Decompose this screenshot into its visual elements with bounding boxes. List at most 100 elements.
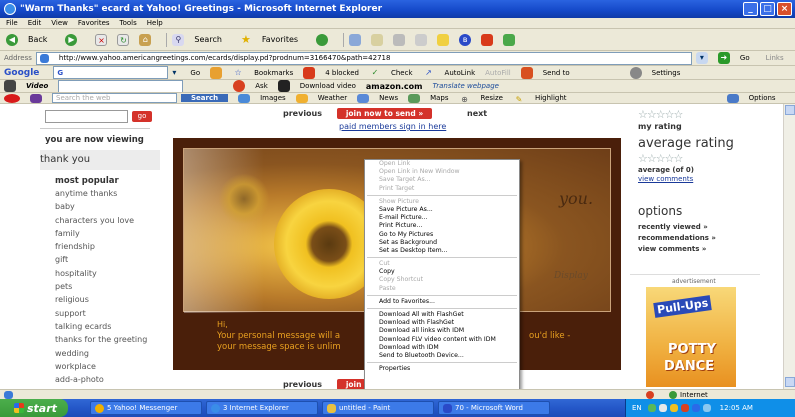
category-link[interactable]: wedding	[30, 347, 160, 360]
menu-view[interactable]: View	[51, 19, 68, 27]
previous-link-bottom[interactable]: previous	[283, 380, 322, 389]
google-search-input[interactable]: G	[53, 66, 169, 79]
context-menu-item[interactable]: Save Picture As...	[365, 206, 519, 214]
category-link[interactable]: add-a-photo	[30, 373, 160, 386]
send-to-button[interactable]: Send to	[543, 69, 570, 77]
close-button[interactable]: ×	[777, 2, 792, 16]
resize-button[interactable]: Resize	[481, 94, 503, 102]
yahoo-logo-icon[interactable]	[4, 93, 20, 103]
category-link[interactable]: friendship	[30, 240, 160, 253]
mail-icon[interactable]	[371, 33, 384, 46]
translate-button[interactable]: Translate webpage	[433, 82, 499, 90]
yahoo-search-input[interactable]: Search the web	[52, 93, 177, 103]
news-button[interactable]: News	[379, 94, 398, 102]
highlight-button[interactable]: Highlight	[535, 94, 567, 102]
google-logo[interactable]: Google	[4, 68, 39, 78]
history-icon[interactable]	[349, 33, 362, 46]
search-button[interactable]: ⚲ Search	[172, 33, 231, 46]
category-link[interactable]: family	[30, 227, 160, 240]
start-button[interactable]: start	[0, 399, 68, 417]
go-arrow-icon[interactable]: ➜	[717, 52, 730, 64]
category-link[interactable]: anytime thanks	[30, 187, 160, 200]
category-link[interactable]: characters you love	[30, 214, 160, 227]
refresh-icon[interactable]: ↻	[117, 33, 130, 46]
menu-file[interactable]: File	[6, 19, 18, 27]
context-menu-item[interactable]: Download FLV video content with IDM	[365, 336, 519, 344]
view-comments-options-link[interactable]: view comments »	[638, 245, 706, 253]
context-menu-item[interactable]: Set as Background	[365, 239, 519, 247]
category-link[interactable]: hospitality	[30, 267, 160, 280]
images-button[interactable]: Images	[260, 94, 286, 102]
context-menu-item[interactable]: Add to Favorites...	[365, 298, 519, 306]
yahoo-search-button[interactable]: Search	[181, 94, 229, 102]
back-button[interactable]: ◀ Back	[6, 33, 57, 46]
my-rating-stars[interactable]: ☆☆☆☆☆	[638, 108, 683, 121]
folder-icon[interactable]	[437, 33, 450, 46]
scroll-down-arrow-icon[interactable]	[785, 377, 795, 387]
maximize-button[interactable]: □	[760, 2, 775, 16]
amazon-button[interactable]: amazon.com	[366, 82, 423, 91]
bluetooth-icon[interactable]: ʙ	[459, 33, 472, 46]
autolink-button[interactable]: AutoLink	[445, 69, 476, 77]
context-menu-item[interactable]: Download All with FlashGet	[365, 311, 519, 319]
tray-icon[interactable]	[691, 404, 700, 412]
google-go-button[interactable]: Go	[190, 69, 200, 77]
video-search-input[interactable]	[58, 80, 184, 92]
tray-icon[interactable]	[658, 404, 667, 412]
scroll-up-arrow-icon[interactable]	[785, 105, 795, 115]
sidebar-go-button[interactable]: go	[132, 111, 152, 122]
sidebar-search-input[interactable]	[45, 110, 128, 123]
context-menu-item[interactable]: Download with FlashGet	[365, 319, 519, 327]
popup-blocked-button[interactable]: 4 blocked	[325, 69, 359, 77]
context-menu-item[interactable]: Go to My Pictures	[365, 231, 519, 239]
taskbar-item-word[interactable]: 70 - Microsoft Word	[438, 401, 550, 415]
vertical-scrollbar[interactable]	[783, 104, 795, 389]
stop-icon[interactable]: ×	[95, 33, 108, 46]
context-menu-item[interactable]: Download with IDM	[365, 344, 519, 352]
download-video-button[interactable]: Download video	[300, 82, 356, 90]
window-titlebar[interactable]: "Warm Thanks" ecard at Yahoo! Greetings …	[0, 0, 795, 18]
tray-icon[interactable]	[680, 404, 689, 412]
context-menu-item[interactable]: Print Picture...	[365, 222, 519, 230]
yahoo-menu-icon[interactable]	[30, 93, 42, 103]
category-link[interactable]: pets	[30, 280, 160, 293]
google-icon[interactable]	[210, 66, 223, 79]
go-button[interactable]: Go	[740, 54, 750, 62]
taskbar-item-messenger[interactable]: 5 Yahoo! Messenger	[90, 401, 202, 415]
bookmarks-button[interactable]: Bookmarks	[254, 69, 293, 77]
category-link[interactable]: religious	[30, 293, 160, 306]
recommendations-link[interactable]: recommendations »	[638, 234, 716, 242]
tray-icon[interactable]	[669, 404, 678, 412]
settings-button[interactable]: Settings	[652, 69, 681, 77]
context-menu-item[interactable]: Set as Desktop Item...	[365, 247, 519, 255]
address-input[interactable]: http://www.yahoo.americangreetings.com/e…	[35, 51, 692, 65]
context-menu-item[interactable]: Properties	[365, 365, 519, 373]
taskbar-item-paint[interactable]: untitled - Paint	[322, 401, 434, 415]
language-indicator[interactable]: EN	[632, 404, 642, 412]
favorites-button[interactable]: ★ Favorites	[240, 33, 308, 46]
view-comments-link[interactable]: view comments	[638, 175, 693, 183]
category-link[interactable]: workplace	[30, 360, 160, 373]
ask-button[interactable]: Ask	[255, 82, 268, 90]
media-icon[interactable]	[316, 33, 329, 46]
weather-button[interactable]: Weather	[318, 94, 347, 102]
links-button[interactable]: Links	[766, 54, 784, 62]
yahoo-options-button[interactable]: Options	[749, 94, 776, 102]
category-link[interactable]: talking ecards	[30, 320, 160, 333]
menu-favorites[interactable]: Favorites	[78, 19, 110, 27]
dropdown-icon[interactable]: ▾	[168, 67, 180, 79]
category-link[interactable]: thanks for the greeting	[30, 333, 160, 346]
edit-icon[interactable]	[415, 33, 428, 46]
home-icon[interactable]: ⌂	[139, 33, 152, 46]
tray-icon[interactable]	[647, 404, 656, 412]
forward-button[interactable]: ▶	[65, 33, 87, 46]
menu-help[interactable]: Help	[147, 19, 163, 27]
check-button[interactable]: Check	[391, 69, 413, 77]
pull-ups-ad[interactable]: Pull-Ups POTTY DANCE	[646, 287, 736, 387]
category-link[interactable]: gift	[30, 253, 160, 266]
maps-button[interactable]: Maps	[430, 94, 448, 102]
category-link[interactable]: support	[30, 307, 160, 320]
next-link[interactable]: next	[467, 109, 487, 118]
messenger-icon[interactable]	[503, 33, 516, 46]
context-menu-item[interactable]: E-mail Picture...	[365, 214, 519, 222]
